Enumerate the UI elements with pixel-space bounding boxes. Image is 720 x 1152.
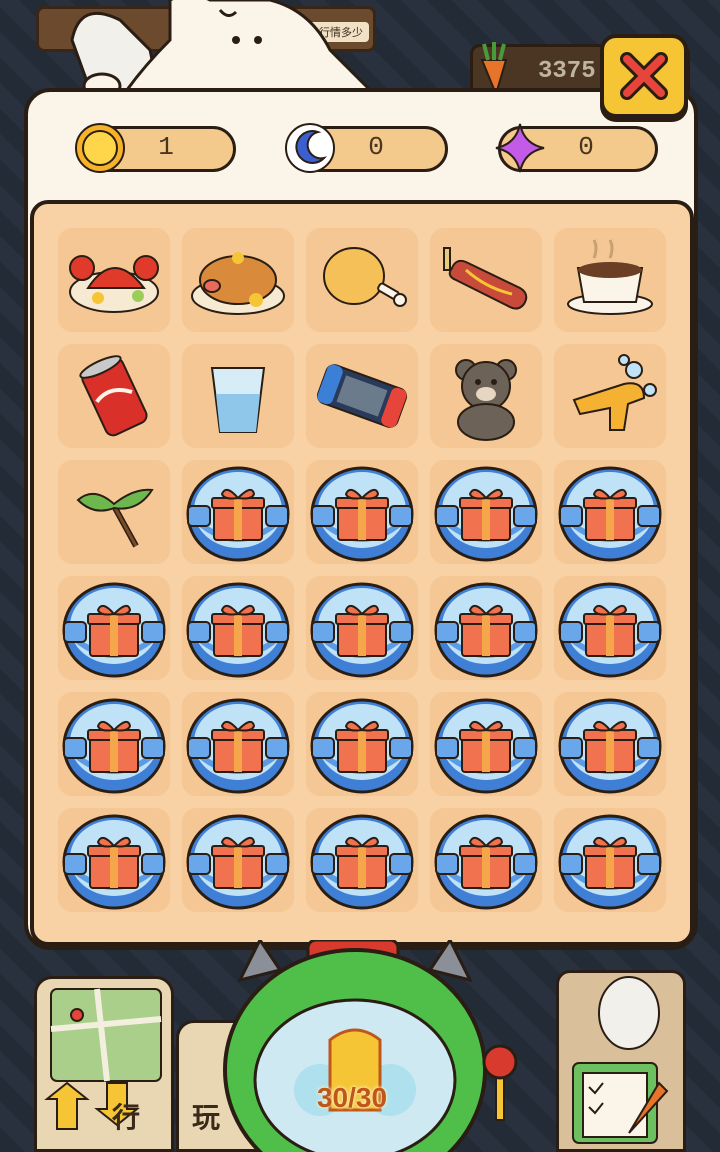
capsule-counter: 30/30: [316, 1082, 388, 1113]
item-grid: [30, 200, 694, 946]
travel-label: 行: [112, 1102, 141, 1133]
gift-capsule-icon: [310, 698, 414, 794]
gift-capsule-icon: [310, 814, 414, 910]
roast-pig-icon: [191, 252, 285, 315]
grid-cell[interactable]: [306, 576, 418, 680]
task-card[interactable]: [556, 970, 686, 1152]
gift-capsule-icon: [62, 698, 166, 794]
grid-cell[interactable]: [430, 808, 542, 912]
gift-capsule-icon: [186, 466, 290, 562]
moon-currency-value: 0: [368, 132, 384, 162]
grid-cell[interactable]: [554, 576, 666, 680]
grid-cell[interactable]: [58, 808, 170, 912]
sun-currency-value: 1: [158, 132, 174, 162]
grid-cell[interactable]: [58, 344, 170, 448]
gift-capsule-icon: [186, 814, 290, 910]
gift-capsule-icon: [62, 582, 166, 678]
bamboo-dragonfly-icon: [76, 488, 154, 548]
grid-cell[interactable]: [182, 692, 294, 796]
water-glass-icon: [210, 367, 266, 433]
gift-capsule-icon: [310, 466, 414, 562]
grid-cell[interactable]: [430, 460, 542, 564]
gift-capsule-icon: [434, 582, 538, 678]
gift-capsule-icon: [186, 698, 290, 794]
gift-capsule-icon: [558, 466, 662, 562]
grid-cell[interactable]: [306, 808, 418, 912]
grid-cell[interactable]: [554, 692, 666, 796]
grid-cell[interactable]: [182, 344, 294, 448]
gift-capsule-icon: [558, 698, 662, 794]
grid-cell[interactable]: [58, 460, 170, 564]
map-icon: [44, 988, 162, 1130]
grid-cell[interactable]: [554, 228, 666, 332]
teddy-bear-icon: [455, 359, 517, 441]
soda-can-icon: [79, 355, 148, 437]
water-gun-icon: [572, 354, 657, 431]
grid-cell[interactable]: [430, 344, 542, 448]
play-label: 玩: [192, 1102, 221, 1133]
sun-icon: [75, 123, 125, 173]
grid-cell[interactable]: [430, 692, 542, 796]
gift-capsule-icon: [434, 814, 538, 910]
moon-icon: [285, 123, 335, 173]
grid-cell[interactable]: [430, 228, 542, 332]
grid-cell[interactable]: [306, 344, 418, 448]
close-icon: [620, 52, 668, 100]
lever-icon[interactable]: [476, 1040, 526, 1130]
gift-capsule-icon: [558, 582, 662, 678]
coffee-cup-icon: [567, 239, 653, 315]
grid-cell[interactable]: [554, 460, 666, 564]
gift-capsule-icon: [62, 814, 166, 910]
star-icon: [495, 123, 545, 173]
gift-capsule-icon: [186, 582, 290, 678]
carrot-counter-value: 3375: [538, 58, 596, 85]
sausage-icon: [443, 247, 528, 310]
grid-cell[interactable]: [306, 460, 418, 564]
map-card[interactable]: [34, 976, 174, 1152]
grid-cell[interactable]: [554, 344, 666, 448]
grid-cell[interactable]: [430, 576, 542, 680]
gift-capsule-icon: [558, 814, 662, 910]
gift-capsule-icon: [434, 466, 538, 562]
fried-chicken-icon: [323, 247, 407, 307]
grid-cell[interactable]: [306, 692, 418, 796]
grid-cell[interactable]: [182, 808, 294, 912]
grid-cell[interactable]: [182, 228, 294, 332]
grid-cell[interactable]: [58, 576, 170, 680]
grid-cell[interactable]: [554, 808, 666, 912]
capsule-machine-icon[interactable]: [220, 940, 490, 1152]
grid-cell[interactable]: [182, 460, 294, 564]
task-list-icon: [572, 976, 669, 1144]
game-console-icon: [316, 364, 408, 428]
grid-cell[interactable]: [306, 228, 418, 332]
gift-capsule-icon: [434, 698, 538, 794]
grid-cell[interactable]: [182, 576, 294, 680]
grid-cell[interactable]: [58, 228, 170, 332]
gift-capsule-icon: [310, 582, 414, 678]
grid-cell[interactable]: [58, 692, 170, 796]
lobster-icon: [69, 255, 159, 313]
star-currency-value: 0: [578, 132, 594, 162]
close-button[interactable]: [600, 34, 688, 118]
